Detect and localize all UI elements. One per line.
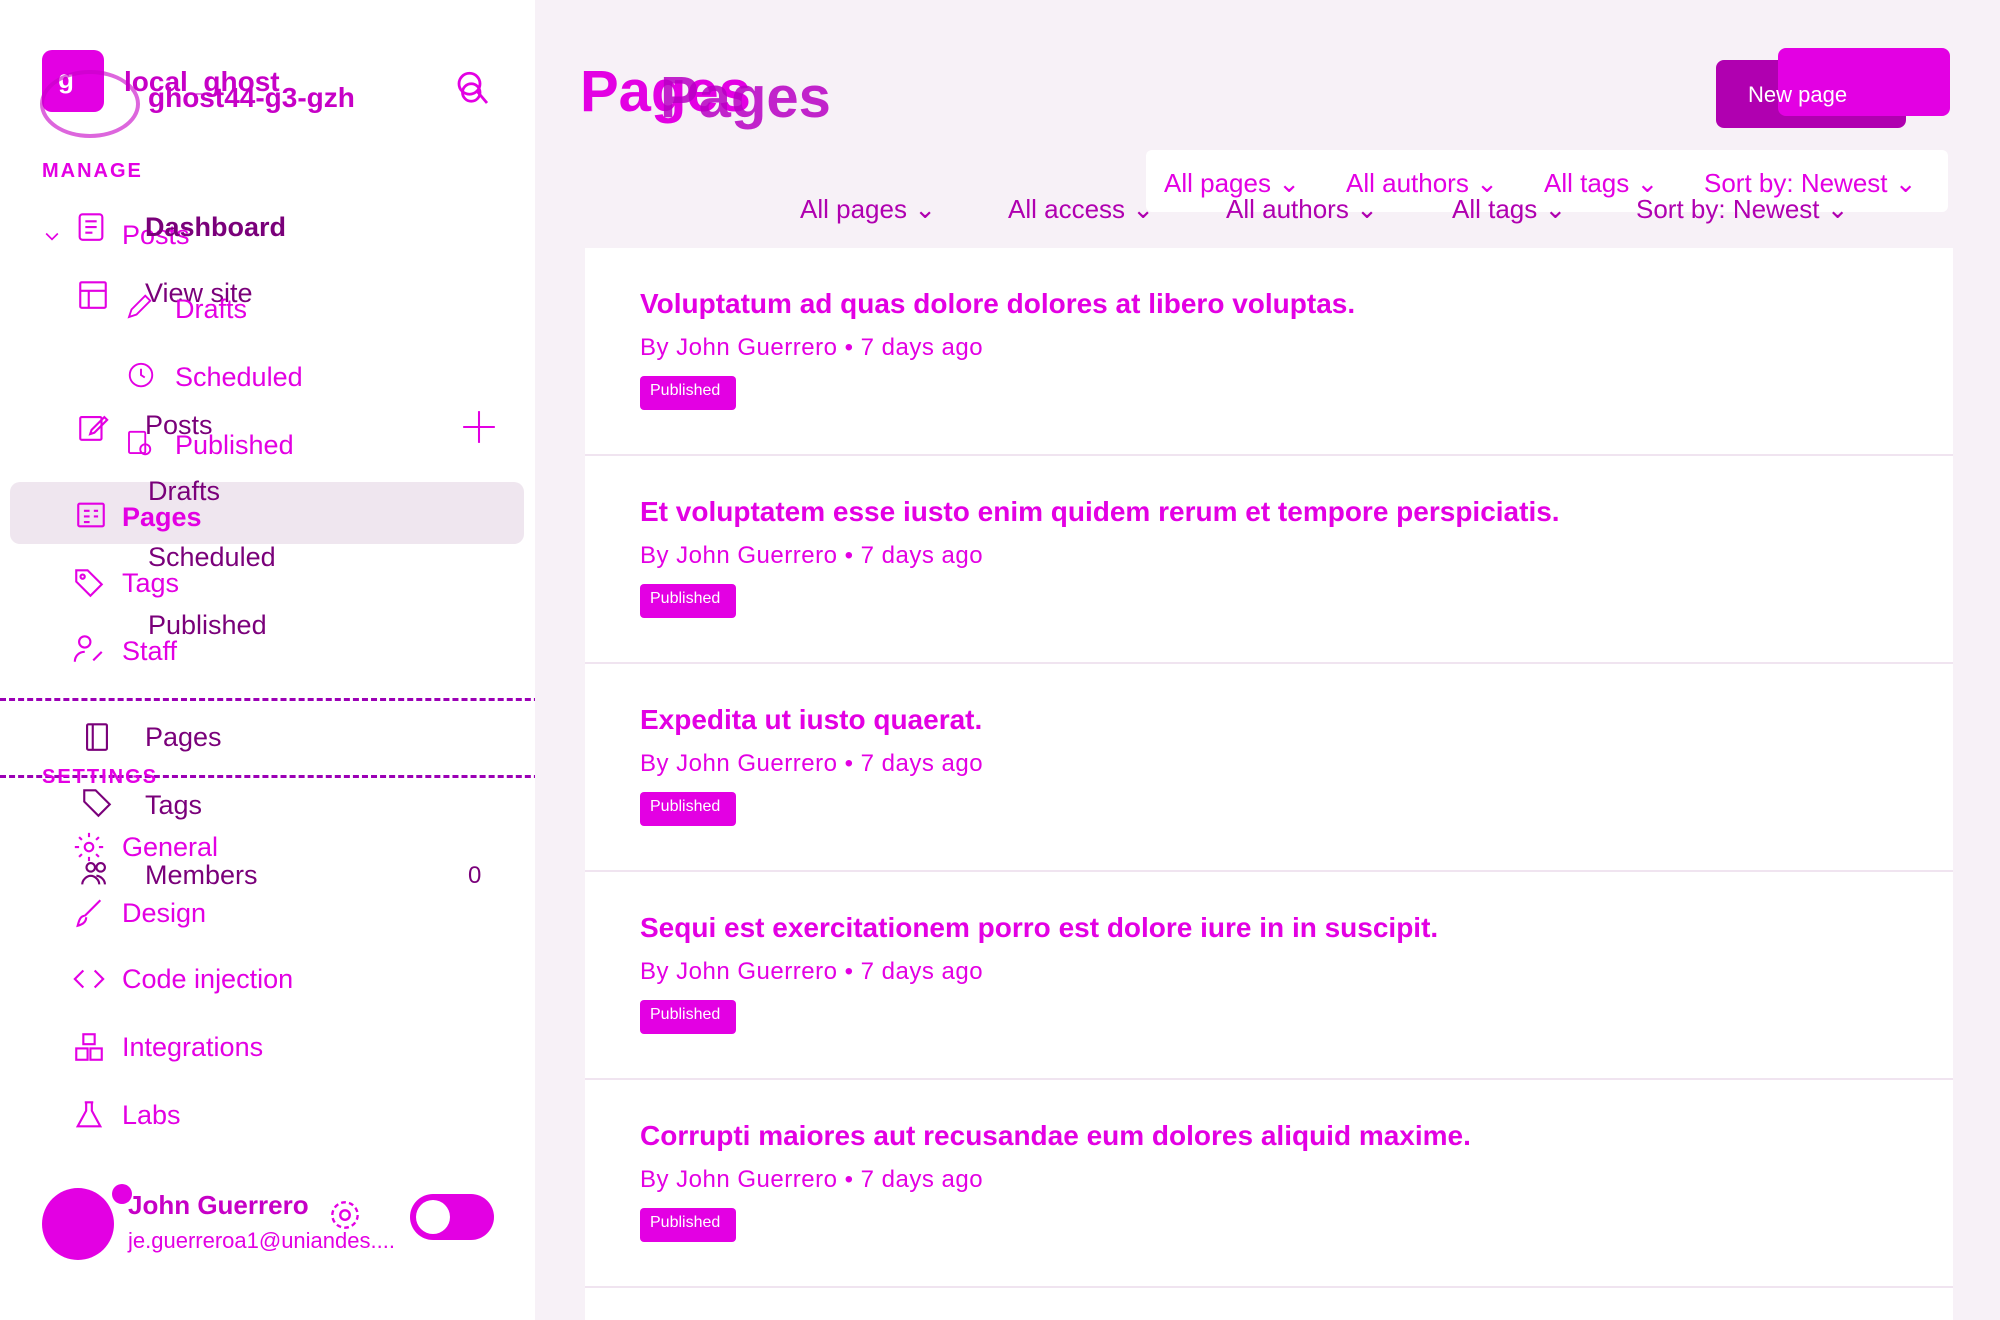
avatar[interactable] [42,1188,114,1260]
tag-icon [72,566,106,600]
page-title-link[interactable]: Voluptatum ad quas dolore dolores at lib… [640,288,1355,320]
layout-icon [76,278,110,312]
sidebar-item-integrations[interactable]: Integrations [122,1032,263,1063]
page-meta: By John Guerrero • 7 days ago [640,958,984,985]
plus-icon[interactable] [460,408,498,446]
flask-icon [72,1098,106,1132]
sidebar-item-tags[interactable]: Tags [122,568,179,599]
edit-icon [76,410,110,444]
page-title-link[interactable]: Corrupti maiores aut recusandae eum dolo… [640,1120,1471,1152]
sidebar-item-staff[interactable]: Staff [122,636,177,667]
staff-icon [72,632,106,666]
page-title-link[interactable]: Expedita ut iusto quaerat. [640,704,982,736]
overlay-filter-type[interactable]: All pages ⌄ [800,194,936,225]
overlay-filter-sort[interactable]: Sort by: Newest ⌄ [1636,194,1849,225]
sidebar-item-drafts[interactable]: Drafts [175,294,247,325]
status-badge: Published [640,792,736,826]
sidebar-item-dashboard[interactable]: Dashboard [145,212,286,243]
integrations-icon [72,1030,106,1064]
status-badge: Published [640,584,736,618]
page-meta: By John Guerrero • 7 days ago [640,750,984,777]
page-meta: By John Guerrero • 7 days ago [640,334,984,361]
pencil-icon [124,292,154,322]
code-icon [72,962,106,996]
overlay-item-tags[interactable]: Tags [145,790,202,821]
sidebar-item-scheduled[interactable]: Scheduled [175,362,303,393]
status-badge: Published [640,376,736,410]
sidebar-item-pages[interactable]: Pages [122,502,202,533]
sidebar-item-general[interactable]: General [122,832,218,863]
row-divider [585,1286,1953,1288]
overlay-pages-icon [80,720,114,754]
sidebar-item-design[interactable]: Design [122,898,206,929]
sidebar-item-labs[interactable]: Labs [122,1100,181,1131]
clock-icon [126,360,156,390]
overlay-item-members[interactable]: Members [145,860,258,891]
page-title-overlay: Pages [660,65,831,130]
user-name[interactable]: John Guerrero [128,1190,309,1221]
pages-icon [74,498,108,532]
sidebar-item-published[interactable]: Published [175,430,294,461]
overlay-filter-access[interactable]: All access ⌄ [1008,194,1154,225]
page-title-link[interactable]: Sequi est exercitationem porro est dolor… [640,912,1438,944]
members-count: 0 [468,862,482,889]
page-meta: By John Guerrero • 7 days ago [640,1166,984,1193]
chevron-down-icon[interactable] [42,226,62,246]
page-title-link[interactable]: Et voluptatem esse iusto enim quidem rer… [640,496,1560,528]
overlay-filter-author[interactable]: All authors ⌄ [1226,194,1378,225]
status-badge: Published [640,1208,736,1242]
site-subdomain[interactable]: ghost44-g3-gzh [148,82,355,114]
sidebar: g local_ghost ghost44-g3-gzh MANAGE Post… [0,0,558,1320]
posts-icon [74,210,108,244]
brush-icon [72,896,106,930]
overlay-filter-tag[interactable]: All tags ⌄ [1452,194,1566,225]
members-icon [78,856,112,890]
published-icon [124,428,154,458]
page-meta: By John Guerrero • 7 days ago [640,542,984,569]
user-settings-gear-icon[interactable] [326,1196,364,1234]
search-icon[interactable] [452,66,494,112]
new-page-button-label[interactable]: New page [1748,82,1847,108]
overlay-item-pages[interactable]: Pages [145,722,222,753]
overlay-tag-icon [80,786,114,820]
manage-section-label: MANAGE [42,160,143,182]
sidebar-item-code-injection[interactable]: Code injection [122,964,293,995]
status-badge: Published [640,1000,736,1034]
night-mode-toggle[interactable] [410,1194,494,1240]
